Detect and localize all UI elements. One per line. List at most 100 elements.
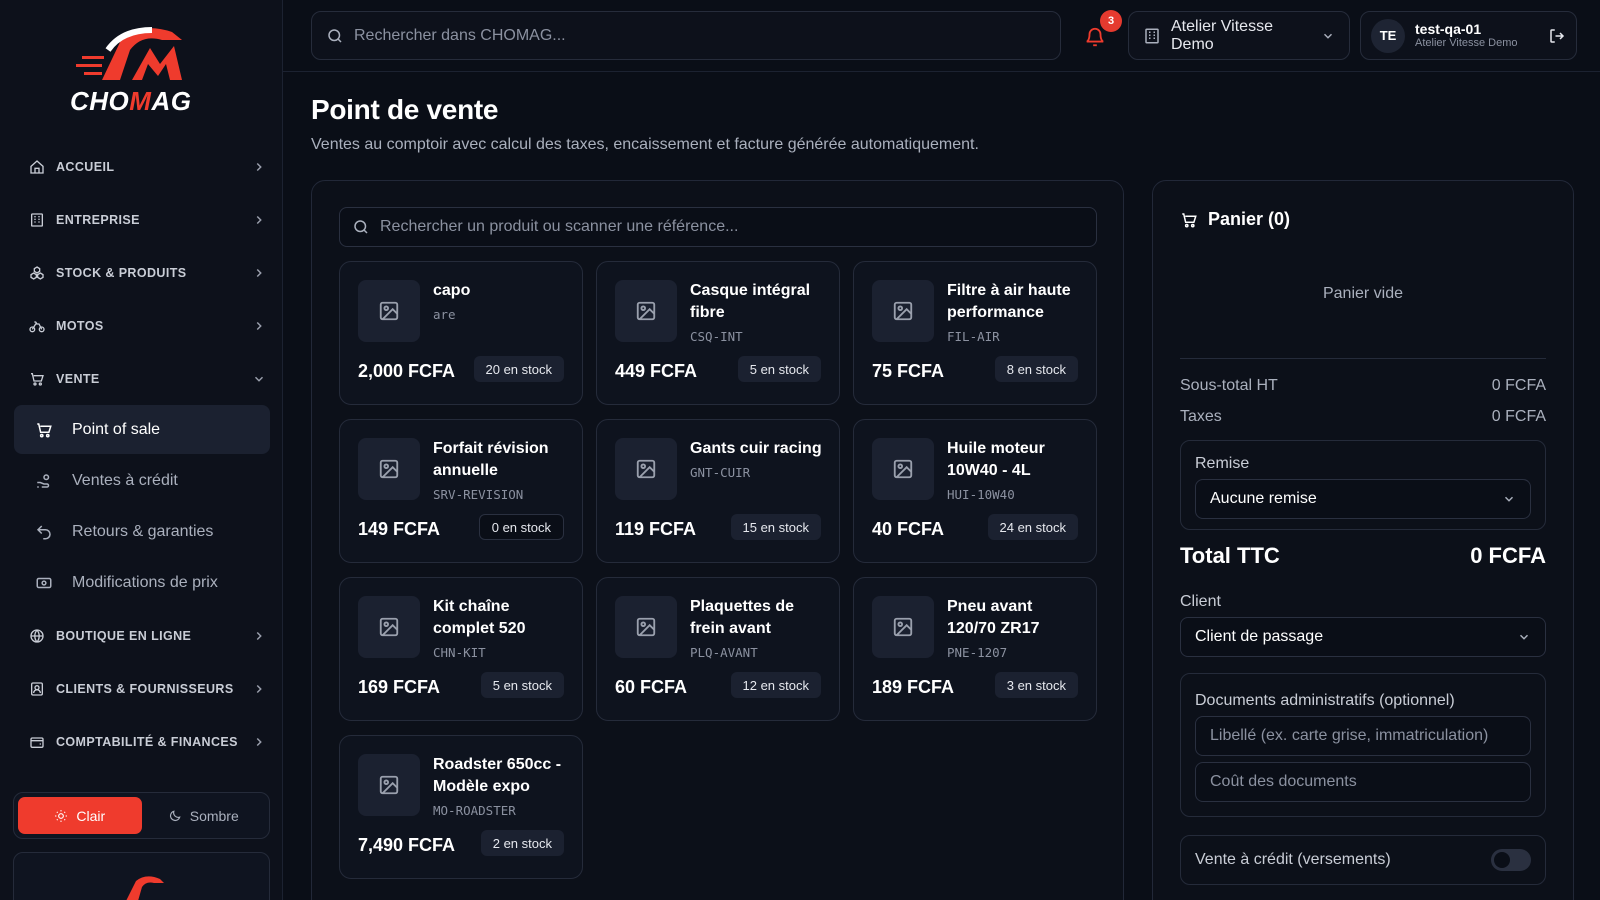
sidebar-subitem-label: Point of sale bbox=[72, 420, 161, 438]
discount-section: Remise Aucune remise bbox=[1180, 440, 1546, 530]
sidebar-item-entreprise[interactable]: ENTREPRISE bbox=[24, 193, 270, 246]
product-name: Plaquettes de frein avant bbox=[690, 598, 795, 637]
product-price: 149 FCFA bbox=[358, 519, 441, 539]
bell-icon bbox=[1086, 27, 1104, 47]
theme-light-button[interactable]: Clair bbox=[18, 797, 142, 834]
client-value: Client de passage bbox=[1195, 628, 1324, 645]
divider bbox=[1180, 358, 1546, 359]
taxes-label: Taxes bbox=[1180, 408, 1222, 425]
sidebar-item-boutique[interactable]: BOUTIQUE EN LIGNE bbox=[24, 609, 270, 662]
sidebar-item-label: ENTREPRISE bbox=[56, 212, 140, 227]
sidebar-item-label: VENTE bbox=[56, 371, 100, 386]
chevron-right-icon bbox=[252, 629, 266, 643]
subtotal-row: Sous-total HT 0 FCFA bbox=[1180, 377, 1546, 395]
product-name: capo bbox=[433, 282, 471, 299]
taxes-value: 0 FCFA bbox=[1491, 408, 1546, 425]
undo-icon bbox=[34, 522, 54, 542]
image-placeholder-icon bbox=[872, 596, 934, 658]
subtotal-label: Sous-total HT bbox=[1180, 377, 1278, 394]
topbar: 3 Atelier Vitesse Demo TE test-qa-01 Ate… bbox=[283, 0, 1600, 72]
product-card[interactable]: Casque intégral fibre CSQ-INT 449 FCFA 5 … bbox=[596, 261, 840, 405]
image-placeholder-icon bbox=[358, 280, 420, 342]
sidebar-item-vente[interactable]: VENTE bbox=[24, 352, 270, 405]
global-search[interactable] bbox=[311, 11, 1061, 60]
sidebar-item-clients-fournisseurs[interactable]: CLIENTS & FOURNISSEURS bbox=[24, 662, 270, 715]
product-search[interactable] bbox=[339, 207, 1097, 247]
product-card[interactable]: capo are 2,000 FCFA 20 en stock bbox=[339, 261, 583, 405]
product-sku: are bbox=[433, 307, 456, 322]
theme-dark-button[interactable]: Sombre bbox=[142, 797, 266, 834]
cart-title: Panier (0) bbox=[1208, 209, 1291, 229]
cart-icon bbox=[1180, 211, 1198, 229]
global-search-input[interactable] bbox=[354, 26, 1060, 45]
sidebar-subitem-point-of-sale[interactable]: Point of sale bbox=[14, 405, 270, 454]
discount-select[interactable]: Aucune remise bbox=[1195, 479, 1531, 519]
subtotal-value: 0 FCFA bbox=[1491, 377, 1546, 394]
product-card[interactable]: Pneu avant 120/70 ZR17 PNE-1207 189 FCFA … bbox=[853, 577, 1097, 721]
product-card[interactable]: Gants cuir racing GNT-CUIR 119 FCFA 15 en… bbox=[596, 419, 840, 563]
sidebar: CHOMAG ACCUEIL ENTREPRISE STOCK & PRODUI… bbox=[0, 0, 283, 900]
product-card[interactable]: Roadster 650cc - Modèle expo MO-ROADSTER … bbox=[339, 735, 583, 879]
page-title: Point de vente bbox=[311, 94, 499, 125]
credit-sale-label: Vente à crédit (versements) bbox=[1195, 851, 1391, 868]
client-label: Client bbox=[1180, 593, 1221, 610]
client-select[interactable]: Client de passage bbox=[1180, 617, 1546, 657]
bike-icon bbox=[28, 317, 46, 335]
product-card[interactable]: Huile moteur 10W40 - 4L HUI-10W40 40 FCFA… bbox=[853, 419, 1097, 563]
cart-empty-message: Panier vide bbox=[1322, 285, 1404, 302]
sidebar-item-motos[interactable]: MOTOS bbox=[24, 299, 270, 352]
wallet-icon bbox=[28, 733, 46, 751]
sidebar-item-label: BOUTIQUE EN LIGNE bbox=[56, 628, 192, 643]
image-placeholder-icon bbox=[358, 754, 420, 816]
organization-select[interactable]: Atelier Vitesse Demo bbox=[1128, 11, 1350, 60]
product-name: Casque intégral fibre bbox=[690, 282, 811, 321]
image-placeholder-icon bbox=[615, 280, 677, 342]
product-card[interactable]: Plaquettes de frein avant PLQ-AVANT 60 FC… bbox=[596, 577, 840, 721]
user-name: test-qa-01 bbox=[1415, 21, 1482, 38]
product-price: 40 FCFA bbox=[872, 519, 945, 539]
products-panel: capo are 2,000 FCFA 20 en stock Casque in… bbox=[311, 180, 1124, 900]
product-name: Gants cuir racing bbox=[690, 440, 822, 457]
admin-documents-section: Documents administratifs (optionnel) bbox=[1180, 673, 1546, 817]
product-card[interactable]: Kit chaîne complet 520 CHN-KIT 169 FCFA 5… bbox=[339, 577, 583, 721]
product-search-input[interactable] bbox=[380, 218, 1096, 236]
notification-badge: 3 bbox=[1100, 10, 1122, 32]
chevron-right-icon bbox=[252, 160, 266, 174]
stock-badge: 20 en stock bbox=[473, 356, 564, 382]
product-price: 7,490 FCFA bbox=[358, 835, 456, 855]
sidebar-subitem-ventes-credit[interactable]: Ventes à crédit bbox=[14, 456, 270, 505]
docs-cost-input[interactable] bbox=[1195, 762, 1531, 802]
product-grid: capo are 2,000 FCFA 20 en stock Casque in… bbox=[339, 261, 1097, 879]
stock-badge: 12 en stock bbox=[730, 672, 821, 698]
product-name: Huile moteur 10W40 - 4L bbox=[947, 440, 1045, 479]
chomag-logo[interactable]: CHOMAG bbox=[62, 20, 222, 120]
sidebar-item-label: STOCK & PRODUITS bbox=[56, 265, 187, 280]
chevron-right-icon bbox=[252, 735, 266, 749]
sidebar-subitem-retours-garanties[interactable]: Retours & garanties bbox=[14, 507, 270, 556]
sidebar-subitem-modifications-prix[interactable]: Modifications de prix bbox=[14, 558, 270, 607]
docs-label: Documents administratifs (optionnel) bbox=[1195, 692, 1455, 709]
chevron-down-icon bbox=[1321, 29, 1335, 43]
total-label: Total TTC bbox=[1180, 543, 1280, 568]
product-price: 449 FCFA bbox=[615, 361, 698, 381]
boxes-icon bbox=[28, 264, 46, 282]
user-menu[interactable]: TE test-qa-01 Atelier Vitesse Demo bbox=[1360, 11, 1577, 60]
sidebar-item-accueil[interactable]: ACCUEIL bbox=[24, 140, 270, 193]
sidebar-item-comptabilite[interactable]: COMPTABILITÉ & FINANCES bbox=[24, 715, 270, 768]
product-price: 2,000 FCFA bbox=[358, 361, 456, 381]
product-sku: FIL-AIR bbox=[947, 329, 1000, 344]
image-placeholder-icon bbox=[358, 438, 420, 500]
docs-label-input[interactable] bbox=[1195, 716, 1531, 756]
chevron-right-icon bbox=[252, 682, 266, 696]
chevron-right-icon bbox=[252, 319, 266, 333]
stock-badge: 8 en stock bbox=[994, 356, 1078, 382]
product-name: Pneu avant 120/70 ZR17 bbox=[947, 598, 1040, 637]
price-tag-icon bbox=[34, 573, 54, 593]
sidebar-item-stock-produits[interactable]: STOCK & PRODUITS bbox=[24, 246, 270, 299]
product-card[interactable]: Forfait révision annuelle SRV-REVISION 14… bbox=[339, 419, 583, 563]
credit-sale-toggle[interactable] bbox=[1491, 849, 1531, 871]
taxes-row: Taxes 0 FCFA bbox=[1180, 408, 1546, 426]
product-card[interactable]: Filtre à air haute performance FIL-AIR 75… bbox=[853, 261, 1097, 405]
logout-icon[interactable] bbox=[1548, 27, 1566, 45]
notifications-button[interactable]: 3 bbox=[1084, 10, 1122, 50]
